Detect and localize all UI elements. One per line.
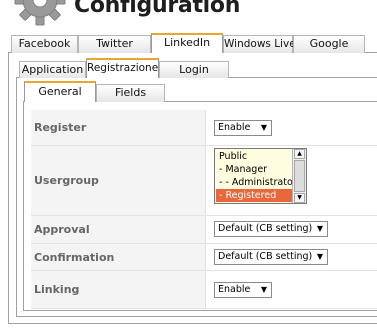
setting-row-linking: Linking Enable ▼ bbox=[31, 271, 377, 309]
register-select-value: Enable bbox=[218, 122, 251, 133]
linking-select-value: Enable bbox=[218, 284, 251, 295]
tab-application[interactable]: Application bbox=[19, 61, 86, 78]
triangle-down-icon[interactable]: ▼ bbox=[294, 193, 305, 203]
linking-value-cell: Enable ▼ bbox=[207, 271, 377, 308]
approval-select-value: Default (CB setting) bbox=[218, 223, 313, 234]
usergroup-listbox[interactable]: Public - Manager - - Administrator - Reg… bbox=[214, 148, 307, 204]
gear-icon bbox=[14, 0, 66, 26]
tab-registrazione[interactable]: Registrazione bbox=[86, 58, 159, 78]
setting-row-approval: Approval Default (CB setting) ▼ bbox=[31, 216, 377, 244]
page-title: Configuration bbox=[74, 0, 241, 18]
usergroup-value-cell: Public - Manager - - Administrator - Reg… bbox=[207, 146, 377, 215]
tab-linkedin[interactable]: LinkedIn bbox=[151, 33, 223, 53]
register-label: Register bbox=[31, 110, 206, 145]
usergroup-option-registered[interactable]: - Registered bbox=[216, 189, 294, 202]
triangle-down-icon: ▼ bbox=[260, 123, 267, 132]
register-value-cell: Enable ▼ bbox=[207, 110, 377, 145]
settings-table: Register Enable ▼ Usergroup Public - Man… bbox=[31, 110, 377, 310]
triangle-down-icon: ▼ bbox=[260, 285, 267, 294]
usergroup-label: Usergroup bbox=[31, 146, 206, 215]
approval-value-cell: Default (CB setting) ▼ bbox=[207, 216, 377, 243]
tab-login[interactable]: Login bbox=[159, 61, 229, 78]
page-header: Configuration bbox=[0, 0, 377, 30]
approval-select[interactable]: Default (CB setting) ▼ bbox=[214, 221, 328, 237]
linking-label: Linking bbox=[31, 271, 206, 308]
setting-row-confirmation: Confirmation Default (CB setting) ▼ bbox=[31, 244, 377, 271]
triangle-up-icon[interactable]: ▲ bbox=[294, 149, 305, 159]
linking-select[interactable]: Enable ▼ bbox=[214, 282, 272, 298]
setting-row-register: Register Enable ▼ bbox=[31, 110, 377, 146]
tab-twitter[interactable]: Twitter bbox=[78, 35, 151, 53]
usergroup-option-administrator[interactable]: - - Administrator bbox=[216, 176, 297, 189]
confirmation-value-cell: Default (CB setting) ▼ bbox=[207, 244, 377, 270]
usergroup-scrollbar[interactable]: ▲ ▼ bbox=[292, 149, 306, 203]
confirmation-label: Confirmation bbox=[31, 244, 206, 270]
tab-general[interactable]: General bbox=[24, 81, 96, 102]
triangle-down-icon: ▼ bbox=[316, 252, 323, 261]
approval-label: Approval bbox=[31, 216, 206, 243]
tab-facebook[interactable]: Facebook bbox=[11, 35, 78, 53]
confirmation-select[interactable]: Default (CB setting) ▼ bbox=[214, 249, 328, 265]
triangle-down-icon: ▼ bbox=[316, 224, 323, 233]
register-select[interactable]: Enable ▼ bbox=[214, 120, 272, 136]
tab-windows-live[interactable]: Windows Live bbox=[223, 35, 296, 53]
tab-google[interactable]: Google bbox=[293, 35, 365, 53]
usergroup-option-public[interactable]: Public bbox=[216, 150, 294, 163]
tab-fields[interactable]: Fields bbox=[96, 84, 165, 102]
setting-row-usergroup: Usergroup Public - Manager - - Administr… bbox=[31, 146, 377, 216]
usergroup-option-manager[interactable]: - Manager bbox=[216, 163, 294, 176]
confirmation-select-value: Default (CB setting) bbox=[218, 251, 313, 262]
scrollbar-thumb[interactable] bbox=[294, 160, 305, 192]
